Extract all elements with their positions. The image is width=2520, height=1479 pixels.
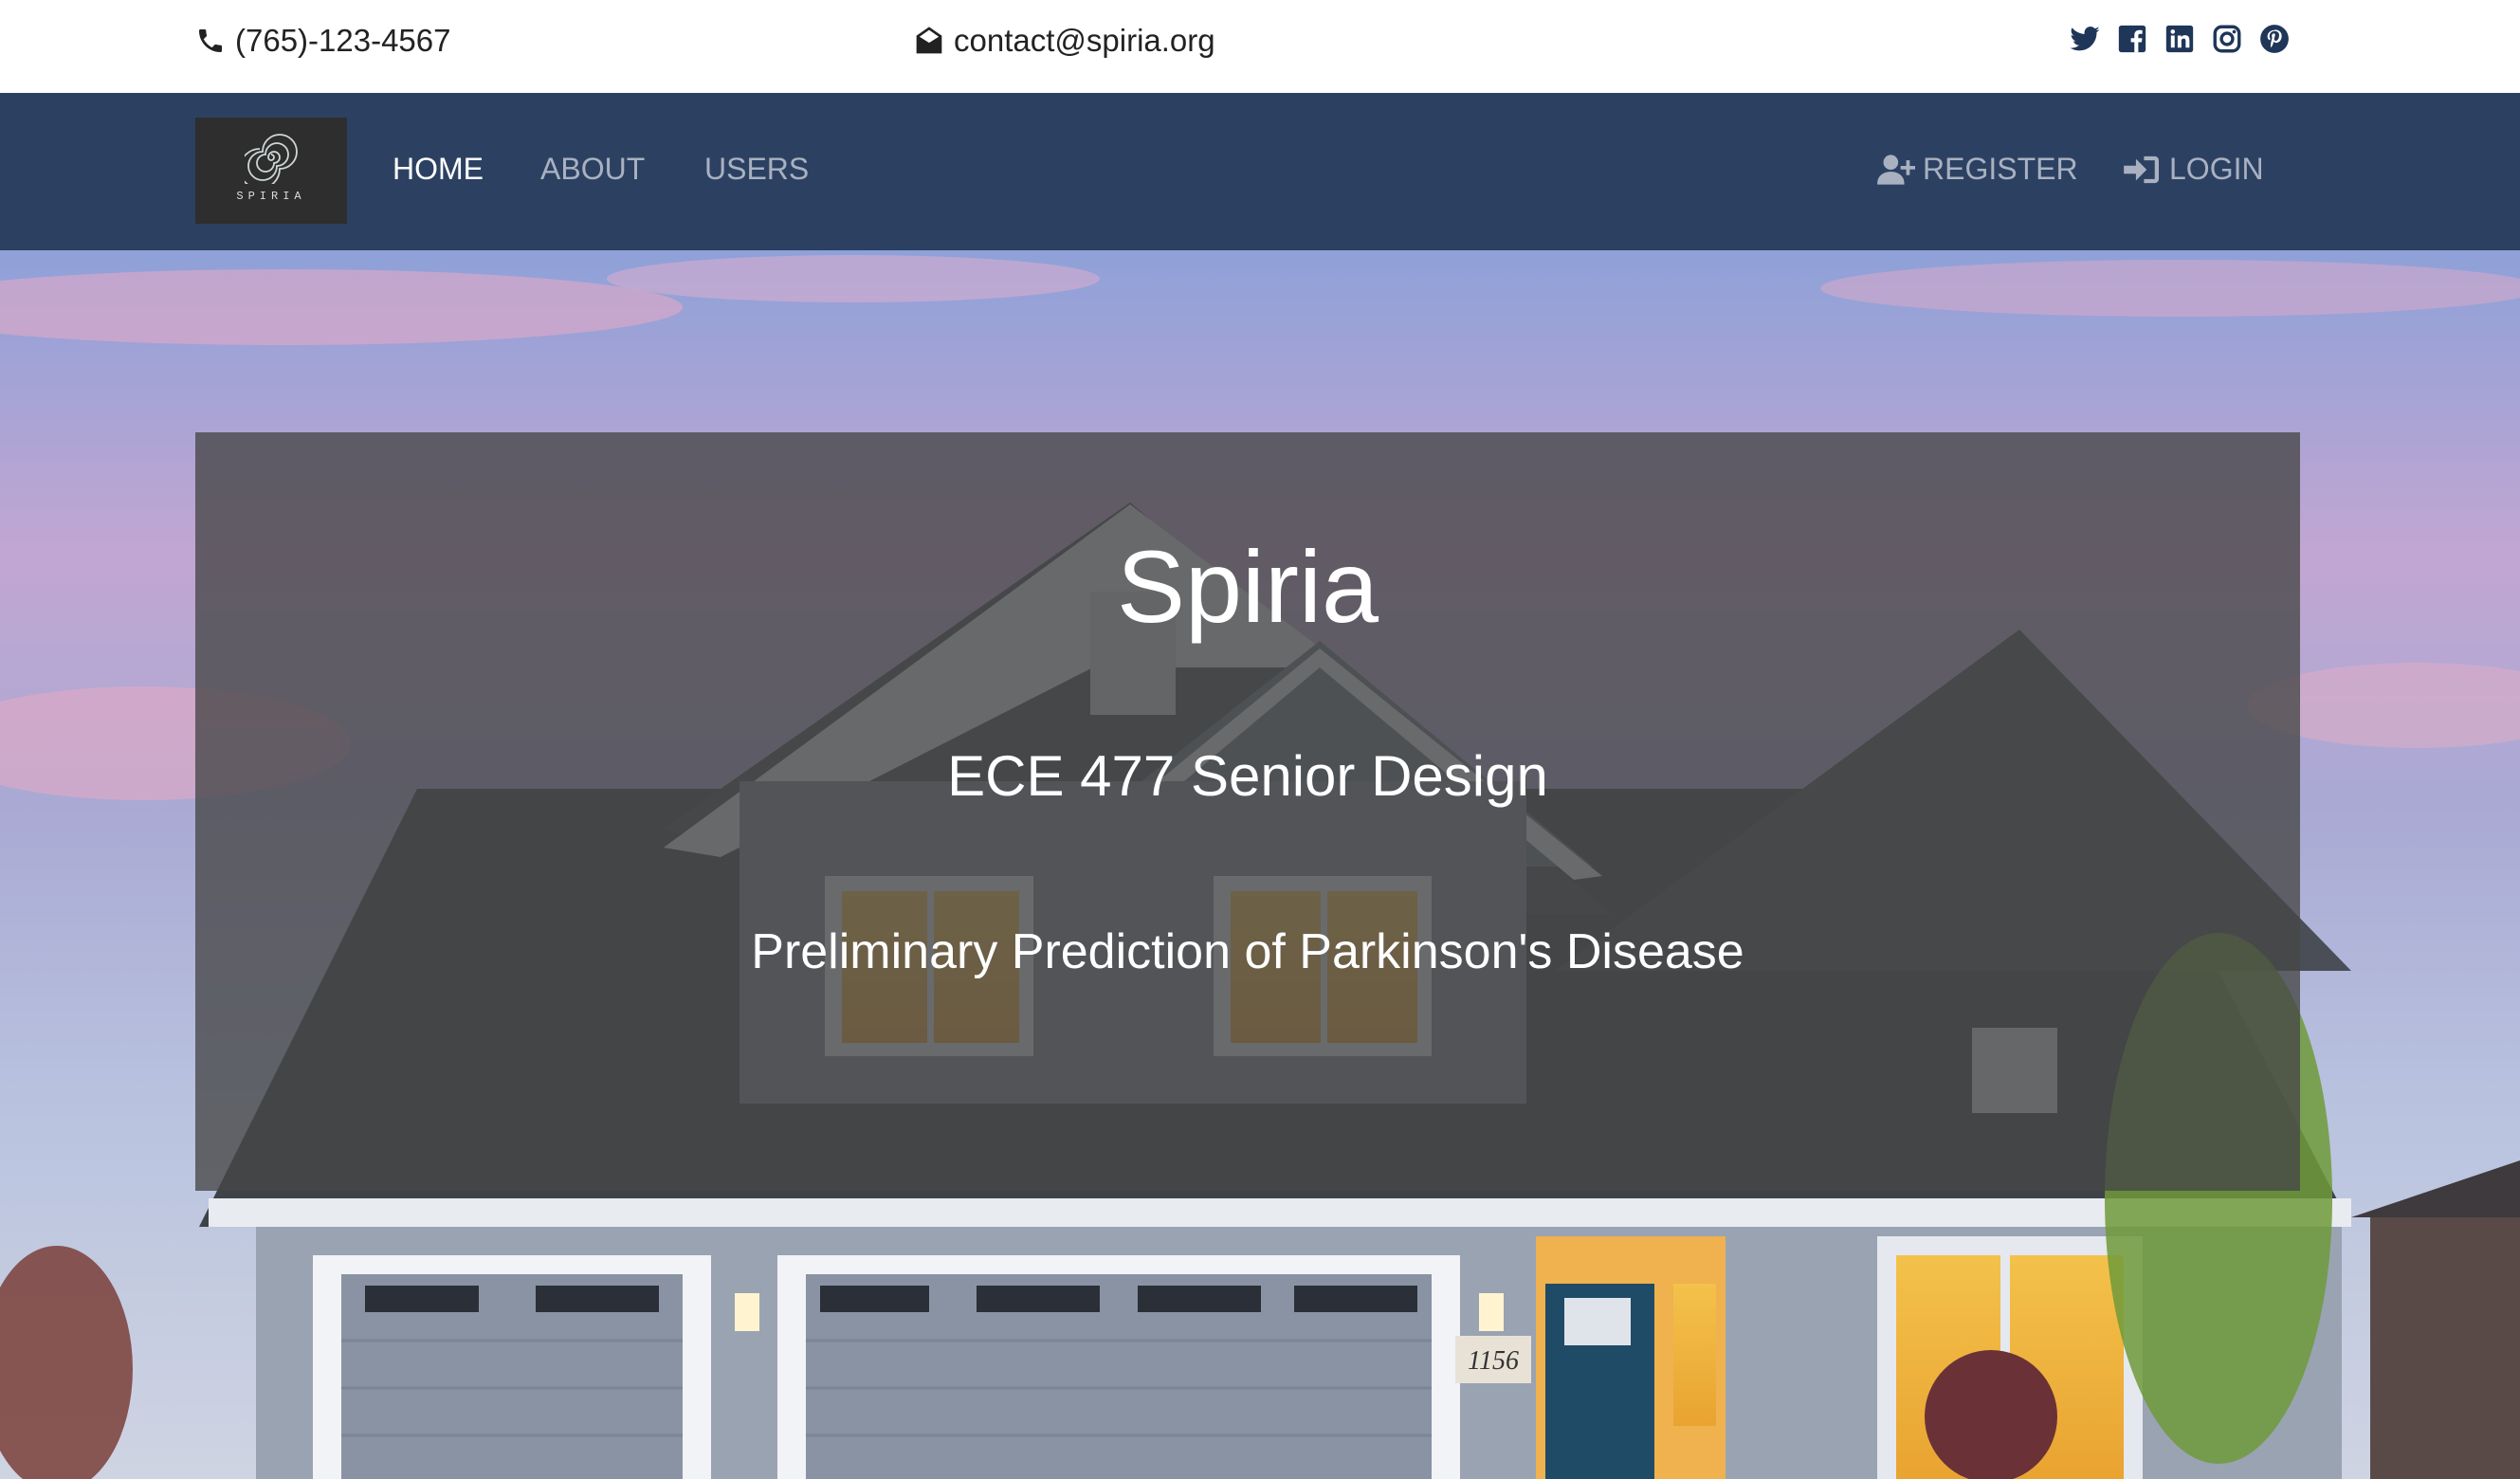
user-plus-icon [1877, 154, 1915, 185]
phone-contact[interactable]: (765)-123-4567 [195, 19, 451, 63]
facebook-icon[interactable] [2116, 23, 2148, 55]
login-link[interactable]: LOGIN [2124, 152, 2264, 187]
register-label: REGISTER [1923, 152, 2078, 186]
instagram-icon[interactable] [2211, 23, 2243, 55]
brand-logo[interactable]: SPIRIA [195, 118, 347, 224]
sign-in-icon [2124, 155, 2159, 183]
logo-wordmark: SPIRIA [236, 190, 306, 203]
hero-overlay-panel: Spiria ECE 477 Senior Design Preliminary… [195, 432, 2300, 1191]
phone-icon [199, 28, 222, 52]
hero-course-name: ECE 477 Senior Design [947, 744, 1548, 808]
house-number: 1156 [1468, 1346, 1519, 1376]
linkedin-icon[interactable] [2164, 23, 2196, 55]
social-links [2069, 23, 2291, 55]
hero-title: Spiria [1116, 529, 1379, 644]
nav-about[interactable]: ABOUT [540, 152, 645, 187]
nav-users[interactable]: USERS [704, 152, 809, 187]
register-link[interactable]: REGISTER [1877, 152, 2078, 187]
hero-section: 1156 Spiria ECE 477 Senior Design Prelim… [0, 250, 2520, 1479]
pinterest-icon[interactable] [2258, 23, 2291, 55]
contact-bar: (765)-123-4567 contact@spiria.org [0, 0, 2520, 93]
email-address: contact@spiria.org [954, 23, 1215, 58]
login-label: LOGIN [2169, 152, 2264, 186]
phone-number: (765)-123-4567 [235, 23, 451, 58]
hero-subtitle: Preliminary Prediction of Parkinson's Di… [751, 924, 1744, 979]
spiral-logo-icon [245, 134, 298, 184]
email-contact[interactable]: contact@spiria.org [914, 19, 1215, 63]
main-navbar: SPIRIA HOME ABOUT USERS REGISTER LOGIN [0, 93, 2520, 250]
envelope-open-icon [916, 27, 942, 54]
twitter-icon[interactable] [2069, 23, 2101, 55]
nav-home[interactable]: HOME [393, 152, 484, 187]
